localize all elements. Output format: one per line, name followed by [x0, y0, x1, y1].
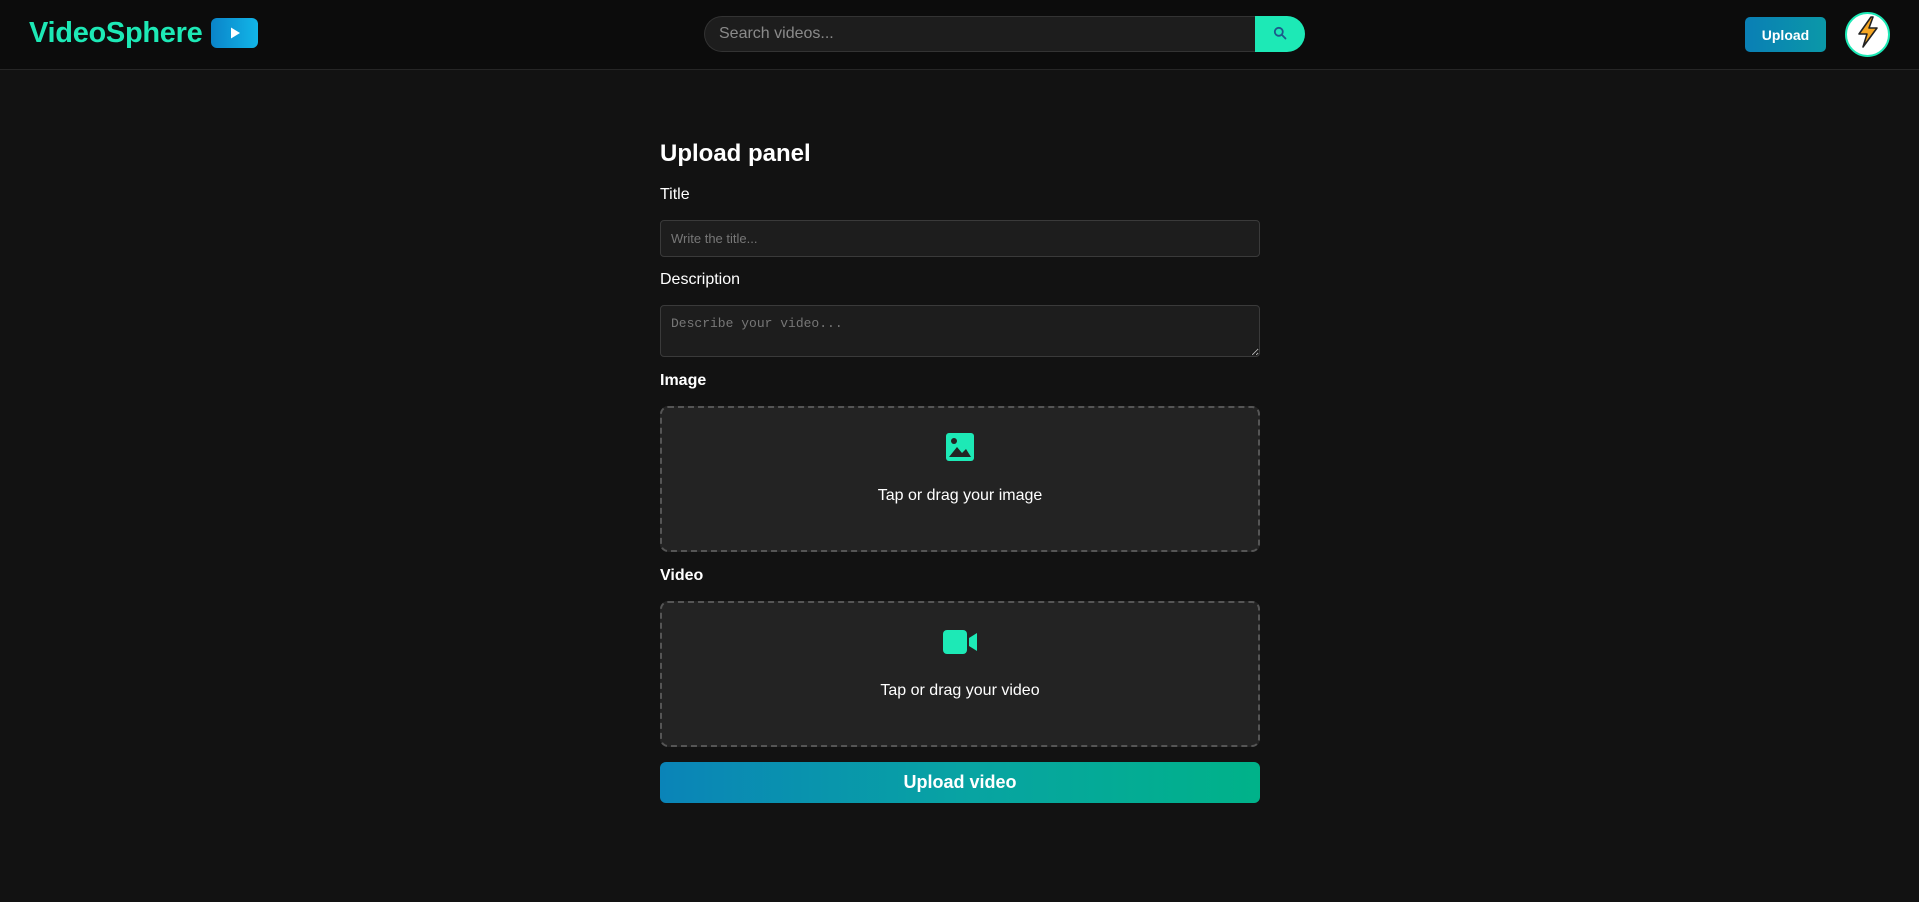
description-label: Description	[660, 271, 741, 288]
brand-name: VideoSphere	[29, 17, 203, 49]
video-dropzone-text: Tap or drag your video	[880, 682, 1040, 699]
image-dropzone[interactable]: Tap or drag your image	[660, 406, 1260, 552]
search-button[interactable]	[1255, 16, 1305, 52]
description-textarea[interactable]	[660, 305, 1260, 357]
search-icon	[1273, 26, 1287, 43]
lightning-bolt-icon	[1853, 15, 1883, 54]
search-input[interactable]	[704, 16, 1255, 52]
brand-logo[interactable]: VideoSphere	[29, 15, 259, 51]
image-label: Image	[660, 372, 707, 389]
panel-title: Upload panel	[660, 140, 811, 167]
avatar[interactable]	[1845, 12, 1890, 57]
play-icon	[211, 18, 259, 48]
title-label: Title	[660, 186, 690, 203]
top-navbar: VideoSphere Upload	[0, 0, 1919, 70]
header-upload-button[interactable]: Upload	[1745, 17, 1826, 52]
video-dropzone[interactable]: Tap or drag your video	[660, 601, 1260, 747]
video-camera-icon	[942, 627, 978, 662]
title-input[interactable]	[660, 220, 1260, 257]
search-bar	[704, 16, 1305, 52]
video-label: Video	[660, 567, 704, 584]
upload-panel: Upload panel Title Description Image Tap…	[660, 140, 1260, 803]
image-dropzone-text: Tap or drag your image	[877, 487, 1043, 504]
upload-video-button[interactable]: Upload video	[660, 762, 1260, 803]
image-icon	[945, 432, 975, 467]
